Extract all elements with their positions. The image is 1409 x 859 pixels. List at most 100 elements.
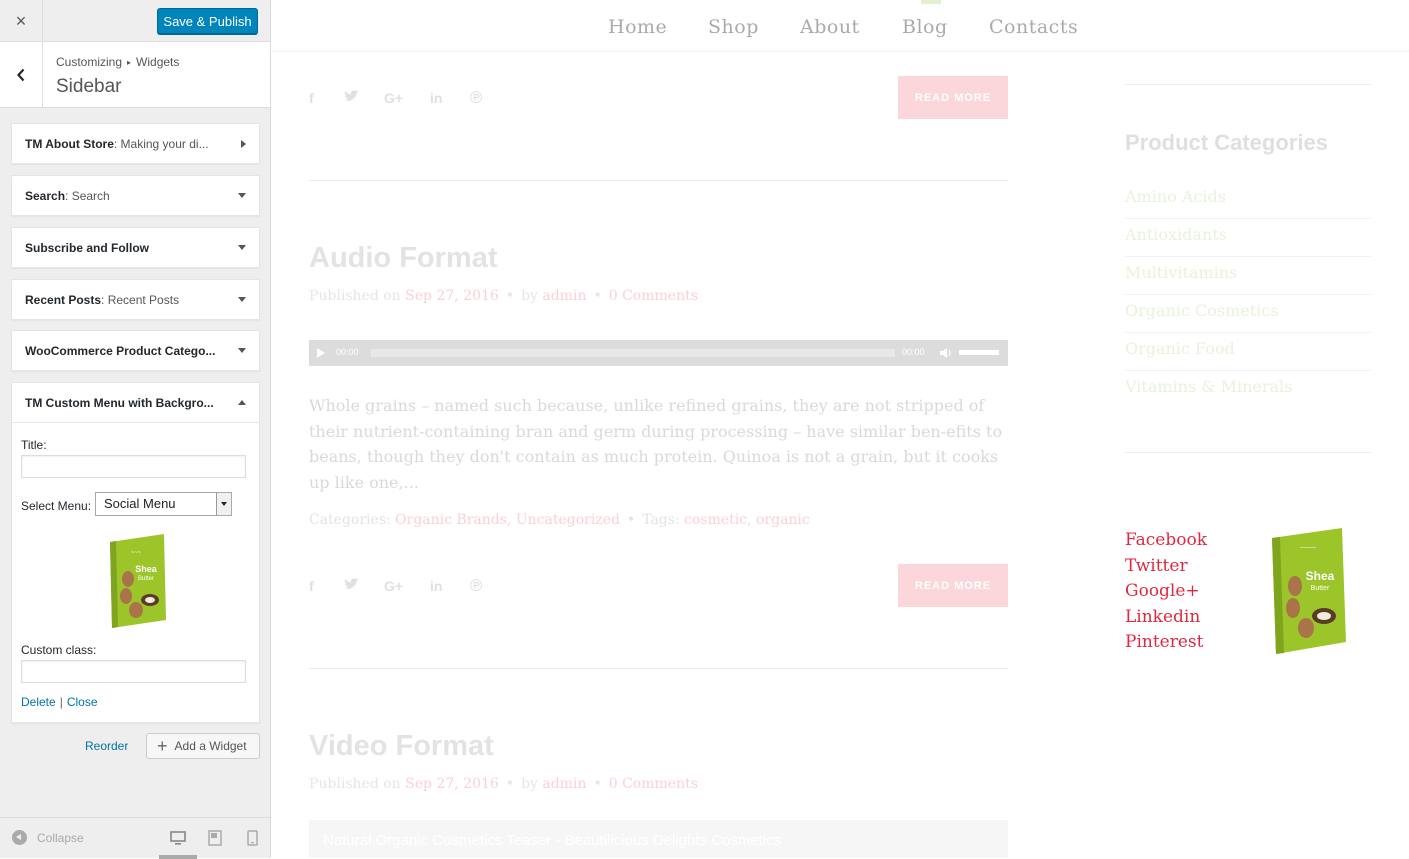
svg-text:Butter: Butter — [138, 576, 154, 582]
widget-title: Recent Posts: Recent Posts — [25, 292, 180, 307]
post-title[interactable]: Audio Format — [309, 242, 498, 275]
pinterest-icon[interactable]: ℗ — [470, 88, 483, 108]
collapse-arrow-icon[interactable] — [238, 400, 246, 405]
customizer-footer: Collapse — [0, 817, 270, 859]
nav-about[interactable]: About — [800, 16, 860, 38]
video-embed[interactable]: Natural Organic Cosmetics Teaser - Beaut… — [309, 820, 1008, 858]
social-link-pinterest[interactable]: Pinterest — [1125, 630, 1207, 656]
widget-tm-custom-menu: TM Custom Menu with Backgro... Title: Se… — [11, 382, 260, 723]
title-field[interactable] — [21, 455, 246, 478]
google-plus-icon[interactable]: G+ — [384, 90, 403, 106]
volume-icon[interactable] — [939, 347, 952, 359]
save-publish-button[interactable]: Save & Publish — [157, 8, 258, 34]
twitter-icon[interactable] — [344, 90, 359, 106]
post-date-link[interactable]: Sep 27, 2016 — [405, 776, 499, 792]
select-menu-dropdown[interactable]: Social Menu — [95, 492, 232, 516]
mobile-preview-icon[interactable] — [247, 830, 258, 846]
nav-blog[interactable]: Blog — [902, 16, 948, 38]
social-link-linkedin[interactable]: Linkedin — [1125, 605, 1207, 631]
expand-arrow-icon[interactable] — [238, 297, 246, 302]
sidebar-divider — [1125, 84, 1371, 85]
expand-arrow-icon[interactable] — [238, 245, 246, 250]
custom-class-field[interactable] — [21, 660, 246, 683]
category-item[interactable]: Multivitamins — [1125, 257, 1371, 295]
post-comments-link[interactable]: 0 Comments — [609, 776, 698, 792]
widget-header[interactable]: TM Custom Menu with Backgro... — [12, 383, 259, 422]
facebook-icon[interactable]: f — [309, 578, 314, 594]
twitter-icon[interactable] — [344, 578, 359, 594]
book-image-thumbnail[interactable]: ~~~ Shea Butter — [106, 534, 170, 630]
widget-title: Subscribe and Follow — [25, 240, 150, 255]
widget-title: WooCommerce Product Catego... — [25, 343, 216, 358]
widget-search[interactable]: Search: Search — [11, 175, 260, 216]
widget-tm-about-store[interactable]: TM About Store: Making your di... — [11, 123, 260, 164]
back-button[interactable] — [0, 42, 43, 108]
plus-icon: + — [157, 736, 168, 756]
read-more-button[interactable]: READ MORE — [898, 564, 1008, 607]
desktop-preview-icon[interactable] — [170, 830, 186, 846]
facebook-icon[interactable]: f — [309, 90, 314, 106]
customizer-panel: × Save & Publish Customizing ▸ Widgets Sid… — [0, 0, 271, 859]
pinterest-icon[interactable]: ℗ — [470, 576, 483, 596]
category-item[interactable]: Organic Cosmetics — [1125, 295, 1371, 333]
chevron-left-icon — [17, 68, 25, 82]
linkedin-icon[interactable]: in — [430, 578, 442, 594]
category-item[interactable]: Vitamins & Minerals — [1125, 371, 1371, 409]
play-icon[interactable] — [317, 348, 325, 358]
widget-subscribe-follow[interactable]: Subscribe and Follow — [11, 227, 260, 268]
breadcrumb-separator: ▸ — [127, 58, 132, 67]
active-nav-indicator — [921, 0, 941, 4]
close-icon[interactable]: × — [0, 0, 43, 42]
reorder-link[interactable]: Reorder — [85, 739, 128, 753]
expand-arrow-icon[interactable] — [238, 193, 246, 198]
tablet-preview-icon[interactable] — [208, 830, 222, 846]
post-title[interactable]: Video Format — [309, 730, 494, 763]
dropdown-arrow-icon[interactable] — [216, 493, 231, 515]
linkedin-icon[interactable]: in — [430, 90, 442, 106]
volume-slider[interactable] — [959, 350, 999, 355]
post-date-link[interactable]: Sep 27, 2016 — [405, 288, 499, 304]
social-link-facebook[interactable]: Facebook — [1125, 528, 1207, 554]
select-menu-label: Select Menu: — [21, 499, 92, 513]
post-meta: Published on Sep 27, 2016 • by admin • 0 Com… — [309, 776, 698, 792]
svg-text:~~~~: ~~~~ — [1300, 545, 1316, 552]
delete-link[interactable]: Delete — [21, 695, 56, 709]
site-preview: Home Shop About Blog Contacts f G+ in ℗ … — [271, 0, 1409, 858]
category-item[interactable]: Antioxidants — [1125, 219, 1371, 257]
video-title: Natural Organic Cosmetics Teaser - Beaut… — [323, 832, 782, 849]
widget-woocommerce-categories[interactable]: WooCommerce Product Catego... — [11, 330, 260, 371]
svg-text:~~~: ~~~ — [131, 550, 142, 556]
main-navigation: Home Shop About Blog Contacts — [271, 0, 1409, 52]
post-divider — [309, 180, 1008, 181]
widget-recent-posts[interactable]: Recent Posts: Recent Posts — [11, 279, 260, 320]
audio-player: 00:00 00:00 — [309, 340, 1008, 366]
post-taxonomy: Categories: Organic Brands, Uncategorize… — [309, 512, 810, 528]
nav-home[interactable]: Home — [608, 16, 667, 38]
audio-progress-bar[interactable] — [371, 349, 895, 357]
post-author-link[interactable]: admin — [542, 776, 586, 792]
close-link[interactable]: Close — [67, 695, 98, 709]
post-author-link[interactable]: admin — [542, 288, 586, 304]
section-title: Sidebar — [56, 76, 122, 97]
breadcrumb-item: Customizing — [56, 55, 123, 69]
book-image: ~~~~ Shea Butter — [1272, 528, 1346, 654]
google-plus-icon[interactable]: G+ — [384, 578, 403, 594]
section-header: Customizing ▸ Widgets Sidebar — [0, 42, 270, 108]
read-more-button[interactable]: READ MORE — [898, 76, 1008, 119]
category-item[interactable]: Amino Acids — [1125, 181, 1371, 219]
post-comments-link[interactable]: 0 Comments — [609, 288, 698, 304]
category-links[interactable]: Organic Brands, Uncategorized — [395, 512, 620, 528]
expand-arrow-icon[interactable] — [238, 348, 246, 353]
add-widget-button[interactable]: + Add a Widget — [146, 733, 260, 759]
nav-shop[interactable]: Shop — [708, 16, 759, 38]
expand-arrow-icon[interactable] — [241, 139, 246, 148]
social-link-google-plus[interactable]: Google+ — [1125, 579, 1207, 605]
collapse-button[interactable]: Collapse — [12, 830, 84, 845]
tag-links[interactable]: cosmetic, organic — [684, 512, 810, 528]
social-link-twitter[interactable]: Twitter — [1125, 554, 1207, 580]
post-excerpt: Whole grains – named such because, unlik… — [309, 396, 1003, 492]
nav-contacts[interactable]: Contacts — [989, 16, 1078, 38]
product-categories-title: Product Categories — [1125, 130, 1328, 155]
category-item[interactable]: Organic Food — [1125, 333, 1371, 371]
custom-class-label: Custom class: — [21, 643, 97, 657]
